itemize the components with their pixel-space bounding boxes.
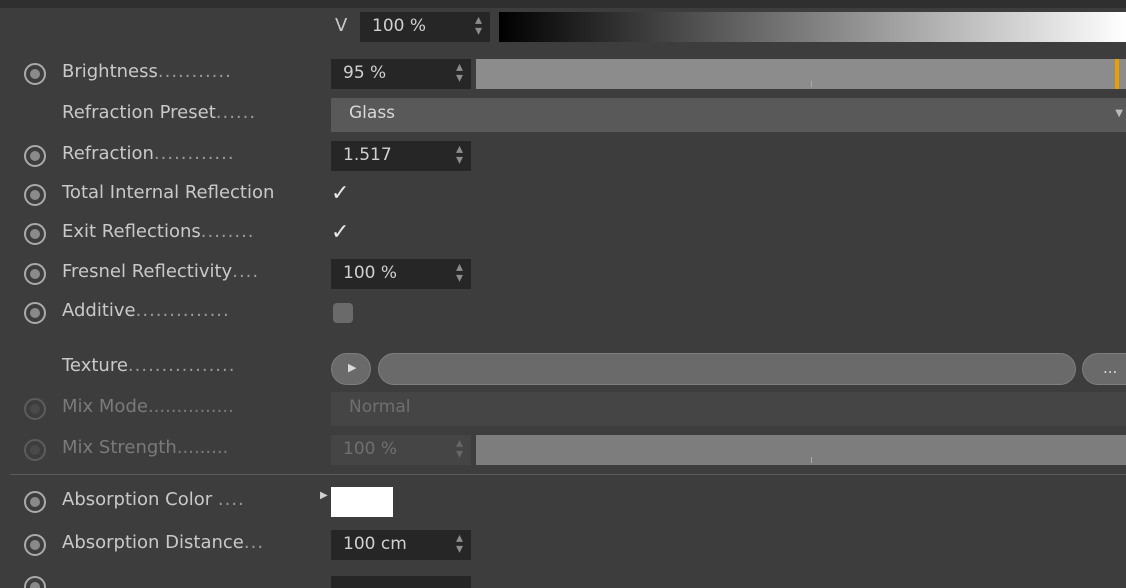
- exit-reflections-label: Exit Reflections........: [62, 221, 255, 242]
- mix-mode-row: Mix Mode............... Normal: [0, 391, 1126, 429]
- refraction-preset-dropdown[interactable]: Glass ▼: [331, 98, 1126, 132]
- mix-mode-value: Normal: [349, 397, 411, 417]
- section-divider: [10, 474, 1126, 475]
- slider-tick: [811, 457, 812, 463]
- brightness-row: Brightness........... 95 % ▴ ▾: [0, 56, 1126, 94]
- cut-off-field[interactable]: [331, 576, 471, 588]
- v-label: V: [335, 15, 348, 36]
- absorption-color-row: Absorption Color .... ▶: [0, 484, 1126, 522]
- mix-strength-animate-radio[interactable]: [24, 439, 46, 461]
- total-internal-reflection-row: Total Internal Reflection ✓: [0, 177, 1126, 215]
- brightness-field[interactable]: 95 % ▴ ▾: [331, 59, 471, 89]
- additive-row: Additive..............: [0, 295, 1126, 333]
- v-value-field[interactable]: 100 % ▴ ▾: [360, 12, 490, 42]
- slider-tick: [811, 81, 812, 87]
- mix-strength-field[interactable]: 100 % ▴ ▾: [331, 435, 471, 465]
- brightness-animate-radio[interactable]: [24, 63, 46, 85]
- refraction-spinner-icon[interactable]: ▴ ▾: [456, 142, 463, 167]
- expand-arrow-icon[interactable]: ▶: [320, 490, 328, 501]
- absorption-color-animate-radio[interactable]: [24, 491, 46, 513]
- brightness-slider-knob[interactable]: [1115, 59, 1119, 89]
- additive-label: Additive..............: [62, 300, 230, 321]
- absorption-color-label: Absorption Color ....: [62, 489, 245, 510]
- fresnel-reflectivity-label: Fresnel Reflectivity....: [62, 261, 260, 282]
- absorption-distance-row: Absorption Distance... 100 cm ▴ ▾: [0, 527, 1126, 565]
- value-gradient-slider[interactable]: [499, 12, 1126, 42]
- brightness-slider[interactable]: [476, 59, 1126, 89]
- exit-reflections-animate-radio[interactable]: [24, 223, 46, 245]
- mix-strength-spinner-icon[interactable]: ▴ ▾: [456, 436, 463, 461]
- total-internal-reflection-checkbox[interactable]: ✓: [331, 181, 349, 206]
- refraction-animate-radio[interactable]: [24, 145, 46, 167]
- play-icon: ▶: [348, 361, 357, 374]
- v-value: 100 %: [372, 16, 427, 36]
- additive-animate-radio[interactable]: [24, 302, 46, 324]
- mix-strength-value: 100 %: [343, 439, 398, 459]
- absorption-color-swatch[interactable]: [331, 487, 393, 517]
- refraction-row: Refraction............ 1.517 ▴ ▾: [0, 138, 1126, 176]
- exit-reflections-checkbox[interactable]: ✓: [331, 220, 349, 245]
- additive-checkbox[interactable]: [333, 303, 353, 323]
- chevron-down-icon: ▼: [1115, 108, 1123, 119]
- cut-off-row: [0, 576, 1126, 588]
- fresnel-reflectivity-animate-radio[interactable]: [24, 263, 46, 285]
- refraction-value: 1.517: [343, 145, 392, 165]
- texture-slot[interactable]: [378, 353, 1076, 385]
- mix-strength-label: Mix Strength.........: [62, 437, 229, 458]
- brightness-spinner-icon[interactable]: ▴ ▾: [456, 60, 463, 85]
- fresnel-reflectivity-row: Fresnel Reflectivity.... 100 % ▴ ▾: [0, 256, 1126, 294]
- absorption-distance-value: 100 cm: [343, 534, 407, 554]
- mix-strength-row: Mix Strength......... 100 % ▴ ▾: [0, 432, 1126, 470]
- absorption-distance-spinner-icon[interactable]: ▴ ▾: [456, 531, 463, 556]
- total-internal-reflection-label: Total Internal Reflection: [62, 182, 275, 203]
- refraction-preset-value: Glass: [349, 103, 396, 123]
- absorption-distance-label: Absorption Distance...: [62, 532, 265, 553]
- texture-label: Texture................: [62, 355, 236, 376]
- brightness-value: 95 %: [343, 63, 387, 83]
- texture-browse-button[interactable]: ...: [1082, 353, 1126, 385]
- refraction-label: Refraction............: [62, 143, 235, 164]
- mix-mode-dropdown[interactable]: Normal: [331, 392, 1126, 426]
- v-spinner-icon[interactable]: ▴ ▾: [475, 13, 482, 38]
- texture-row: Texture................ ▶ ...: [0, 350, 1126, 388]
- absorption-distance-animate-radio[interactable]: [24, 534, 46, 556]
- refraction-settings-panel: V 100 % ▴ ▾ Brightness........... 95 % ▴ ▾…: [0, 0, 1126, 588]
- mix-mode-label: Mix Mode...............: [62, 396, 234, 417]
- fresnel-reflectivity-value: 100 %: [343, 263, 398, 283]
- refraction-field[interactable]: 1.517 ▴ ▾: [331, 141, 471, 171]
- fresnel-reflectivity-spinner-icon[interactable]: ▴ ▾: [456, 260, 463, 285]
- refraction-preset-row: Refraction Preset...... Glass ▼: [0, 97, 1126, 135]
- panel-top-edge: [0, 0, 1126, 8]
- cut-off-animate-radio[interactable]: [24, 576, 46, 588]
- mix-strength-slider[interactable]: [476, 435, 1126, 465]
- brightness-label: Brightness...........: [62, 61, 232, 82]
- total-internal-reflection-animate-radio[interactable]: [24, 184, 46, 206]
- texture-menu-button[interactable]: ▶: [331, 353, 371, 385]
- more-icon: ...: [1103, 359, 1118, 377]
- mix-mode-animate-radio[interactable]: [24, 398, 46, 420]
- fresnel-reflectivity-field[interactable]: 100 % ▴ ▾: [331, 259, 471, 289]
- exit-reflections-row: Exit Reflections........ ✓: [0, 216, 1126, 254]
- absorption-distance-field[interactable]: 100 cm ▴ ▾: [331, 530, 471, 560]
- refraction-preset-label: Refraction Preset......: [62, 102, 257, 123]
